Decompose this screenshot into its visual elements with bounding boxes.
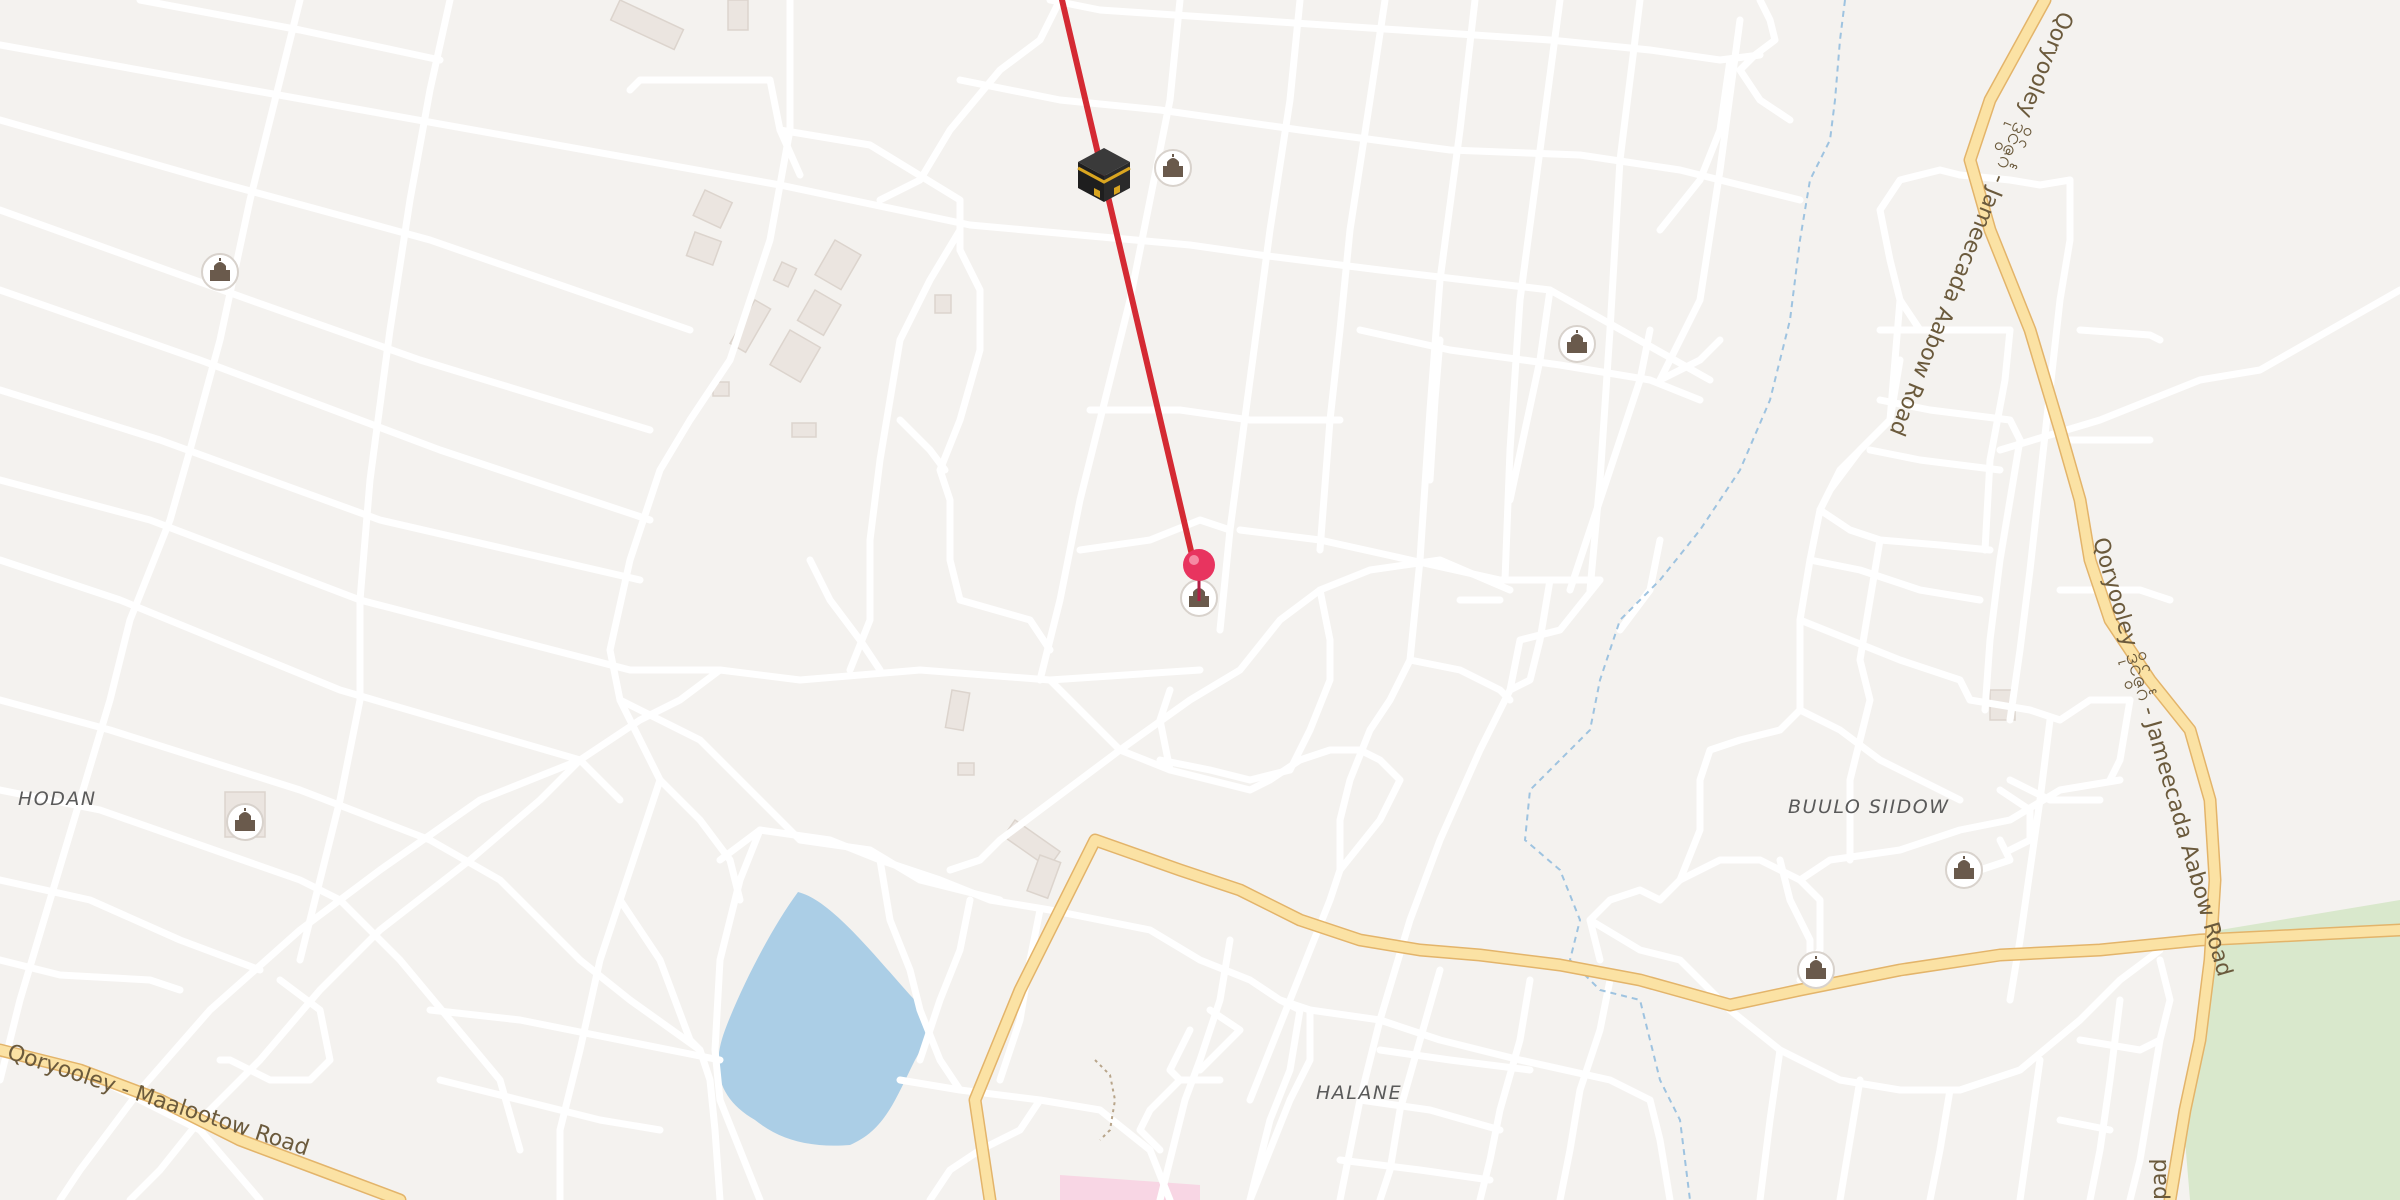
mosque-icon[interactable] [226,803,264,841]
area-label-halane: HALANE [1316,1082,1402,1104]
mosque-icon[interactable] [1945,851,1983,889]
road-label-aabow-edge: pad [2147,1159,2172,1200]
mosque-icon[interactable] [1797,951,1835,989]
map-canvas[interactable]: HODAN BUULO SIIDOW HALANE Qoryooley - Ma… [0,0,2400,1200]
mosque-icon[interactable] [201,253,239,291]
mosque-icon[interactable] [1558,325,1596,363]
area-label-buulo-siidow: BUULO SIIDOW [1788,796,1949,818]
area-label-hodan: HODAN [18,788,97,810]
mosque-icon[interactable] [1154,149,1192,187]
